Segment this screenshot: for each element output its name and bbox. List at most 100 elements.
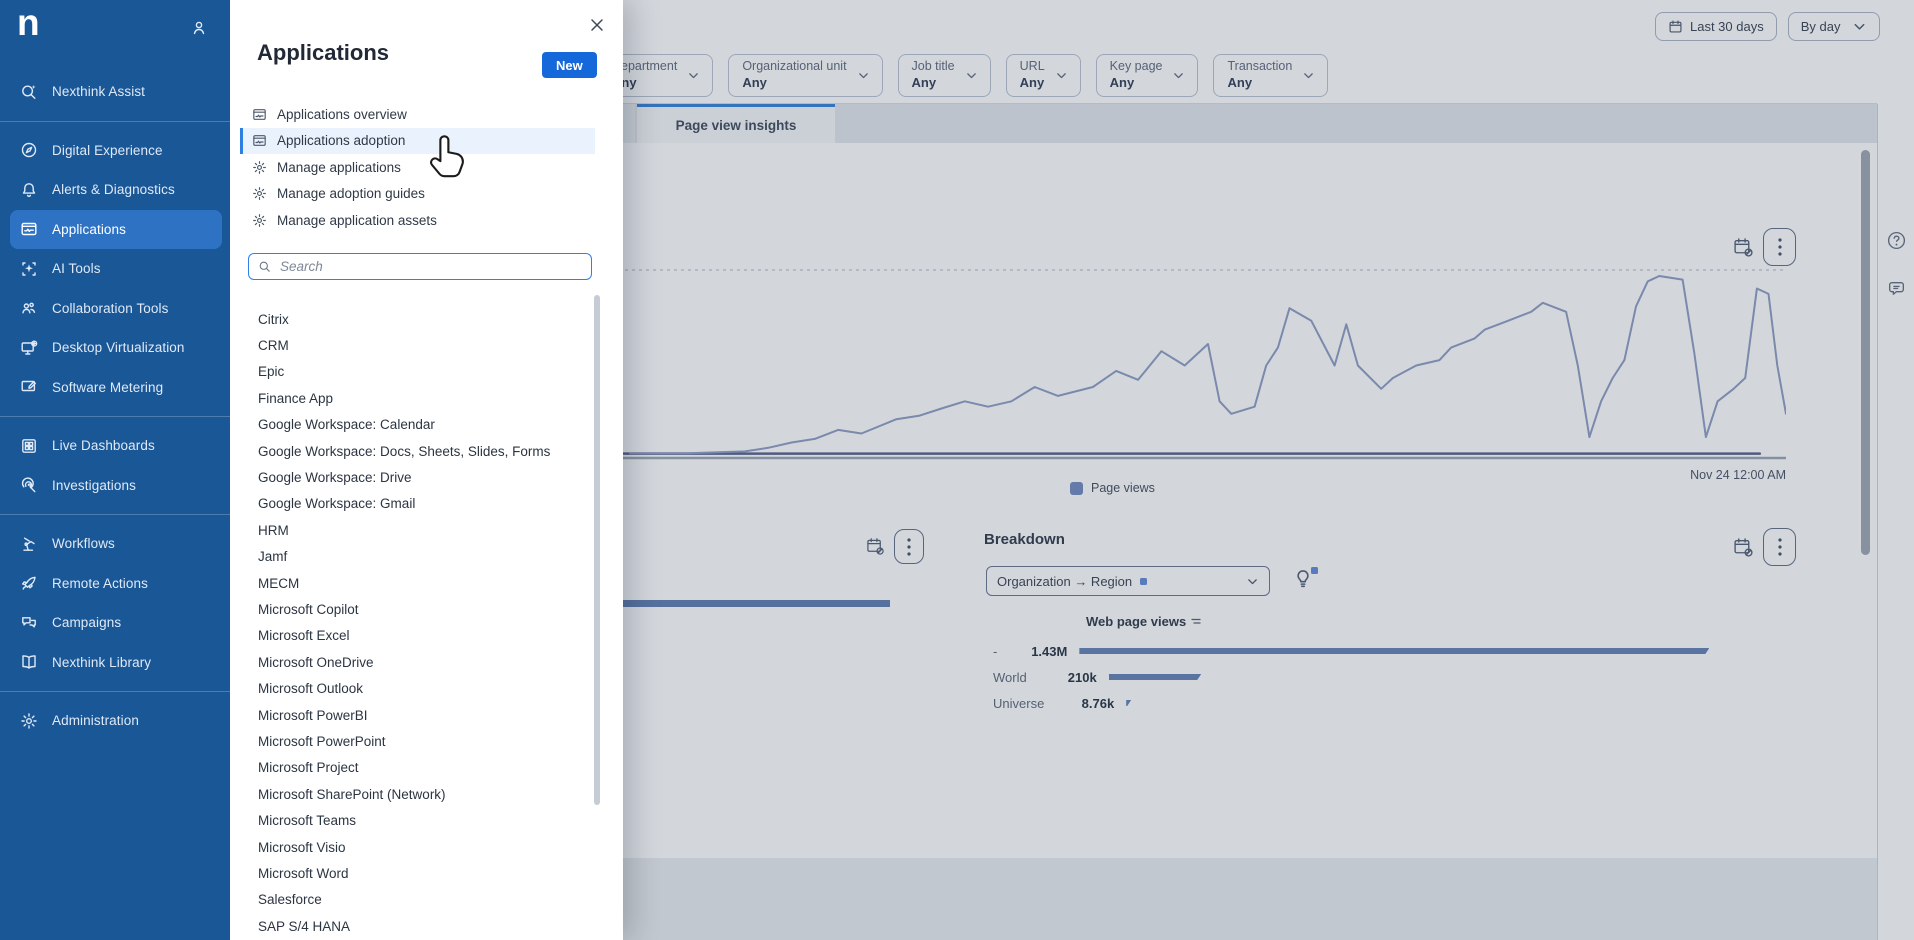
sidebar-item-investigations[interactable]: Investigations: [10, 466, 222, 506]
tab-page-view-insights[interactable]: Page view insights: [637, 104, 835, 143]
application-list-item[interactable]: Google Workspace: Gmail: [258, 491, 588, 517]
chevron-down-icon: [1246, 575, 1259, 588]
left-widget-actions: [866, 529, 924, 564]
suggestion-badge: [1311, 567, 1318, 574]
application-list-item[interactable]: Citrix: [258, 306, 588, 332]
application-list-item[interactable]: Microsoft PowerBI: [258, 702, 588, 728]
sidebar-item-alerts-diagnostics[interactable]: Alerts & Diagnostics: [10, 170, 222, 210]
left-widget-menu-button[interactable]: [894, 529, 924, 564]
sidebar-item-administration[interactable]: Administration: [10, 701, 222, 741]
dimension-color-swatch: [1140, 578, 1147, 585]
filter-value: Any: [1110, 75, 1163, 91]
feedback-icon[interactable]: [1886, 278, 1907, 299]
menu-item-manage-application-assets[interactable]: Manage application assets: [240, 207, 595, 234]
sidebar-item-live-dashboards[interactable]: Live Dashboards: [10, 426, 222, 466]
schedule-icon[interactable]: [1733, 237, 1754, 258]
application-list-item[interactable]: Google Workspace: Docs, Sheets, Slides, …: [258, 438, 588, 464]
ai-tools-icon: [20, 260, 38, 278]
breakdown-rows: - 1.43M World 210k Universe 8.76k: [993, 638, 1765, 716]
breakdown-menu-button[interactable]: [1763, 528, 1796, 566]
filter-organizational-unit[interactable]: Organizational unit Any: [728, 54, 882, 97]
schedule-icon[interactable]: [1733, 537, 1754, 558]
application-list-item[interactable]: Epic: [258, 359, 588, 385]
sidebar-item-digital-experience[interactable]: Digital Experience: [10, 131, 222, 171]
breakdown-row[interactable]: Universe 8.76k: [993, 690, 1765, 716]
chart-legend[interactable]: Page views: [1070, 481, 1155, 495]
breakdown-row[interactable]: World 210k: [993, 664, 1765, 690]
chart-frame-icon: [252, 133, 267, 148]
collaboration-icon: [20, 299, 38, 317]
menu-item-manage-applications[interactable]: Manage applications: [240, 154, 595, 181]
breakdown-metric-header[interactable]: Web page views: [1086, 614, 1201, 629]
menu-item-applications-overview[interactable]: Applications overview: [240, 101, 595, 128]
application-list-item[interactable]: Microsoft Word: [258, 860, 588, 886]
filter-key-page[interactable]: Key page Any: [1096, 54, 1199, 97]
breakdown-row-label: World: [993, 670, 1027, 685]
administration-icon: [20, 712, 38, 730]
sidebar-item-workflows[interactable]: Workflows: [10, 524, 222, 564]
schedule-icon[interactable]: [866, 537, 885, 556]
sidebar-item-desktop-virtualization[interactable]: Desktop Virtualization: [10, 328, 222, 368]
assist-icon: [20, 83, 38, 101]
application-list-item[interactable]: Finance App: [258, 385, 588, 411]
applications-panel: Applications New Applications overview A…: [230, 0, 623, 940]
application-list-item[interactable]: SAP S/4 HANA: [258, 913, 588, 939]
application-list-item[interactable]: Microsoft OneDrive: [258, 649, 588, 675]
help-icon[interactable]: [1886, 230, 1907, 251]
desktop-virtualization-icon: [20, 339, 38, 357]
filter-job-title[interactable]: Job title Any: [898, 54, 991, 97]
application-list-item[interactable]: Microsoft SharePoint (Network): [258, 781, 588, 807]
filter-value: Any: [1020, 75, 1045, 91]
filter-transaction[interactable]: Transaction Any: [1213, 54, 1328, 97]
sidebar-divider: [0, 416, 230, 417]
search-icon: [258, 260, 271, 273]
insight-suggestion-button[interactable]: [1292, 567, 1318, 593]
sidebar-item-ai-tools[interactable]: AI Tools: [10, 249, 222, 289]
application-list-item[interactable]: CRM: [258, 332, 588, 358]
application-list-item[interactable]: Google Workspace: Drive: [258, 464, 588, 490]
sidebar-item-nexthink-library[interactable]: Nexthink Library: [10, 643, 222, 683]
search-input[interactable]: [278, 258, 582, 275]
application-list-item[interactable]: Google Workspace: Calendar: [258, 412, 588, 438]
application-list-item[interactable]: HRM: [258, 517, 588, 543]
application-list-item[interactable]: Microsoft PowerPoint: [258, 728, 588, 754]
application-list-item[interactable]: Microsoft Outlook: [258, 675, 588, 701]
breakdown-row[interactable]: - 1.43M: [993, 638, 1765, 664]
software-metering-icon: [20, 378, 38, 396]
sidebar-item-nexthink-assist[interactable]: Nexthink Assist: [10, 72, 222, 112]
workflows-icon: [20, 535, 38, 553]
live-dashboards-icon: [20, 437, 38, 455]
sidebar-item-campaigns[interactable]: Campaigns: [10, 603, 222, 643]
application-list-item[interactable]: MECM: [258, 570, 588, 596]
filter-value: Any: [742, 75, 846, 91]
application-list-item[interactable]: Jamf: [258, 544, 588, 570]
main-scrollbar[interactable]: [1861, 150, 1870, 555]
sidebar-item-applications[interactable]: Applications: [10, 210, 222, 250]
breakdown-dimension-dropdown[interactable]: Organization → Region: [986, 566, 1270, 596]
breakdown-row-value: 210k: [1041, 670, 1097, 685]
application-list-item[interactable]: Microsoft Teams: [258, 807, 588, 833]
application-list-item[interactable]: Microsoft Project: [258, 755, 588, 781]
close-icon[interactable]: [588, 16, 606, 34]
nexthink-logo[interactable]: n: [17, 2, 40, 44]
panel-scrollbar[interactable]: [594, 295, 600, 805]
application-list-item[interactable]: Microsoft Excel: [258, 623, 588, 649]
new-application-button[interactable]: New: [542, 52, 597, 78]
application-list-item[interactable]: Microsoft Copilot: [258, 596, 588, 622]
sidebar-divider: [0, 514, 230, 515]
gear-icon: [252, 160, 267, 175]
sidebar-item-collaboration-tools[interactable]: Collaboration Tools: [10, 289, 222, 329]
sidebar-item-software-metering[interactable]: Software Metering: [10, 368, 222, 408]
menu-item-applications-adoption[interactable]: Applications adoption: [240, 128, 595, 155]
application-list-item[interactable]: Microsoft Visio: [258, 834, 588, 860]
breakdown-row-bar: [1126, 700, 1131, 706]
breakdown-row-label: Universe: [993, 696, 1044, 711]
filter-url[interactable]: URL Any: [1006, 54, 1081, 97]
sidebar-item-remote-actions[interactable]: Remote Actions: [10, 564, 222, 604]
menu-item-manage-adoption-guides[interactable]: Manage adoption guides: [240, 181, 595, 208]
user-icon[interactable]: [190, 19, 208, 37]
granularity-dropdown[interactable]: By day: [1788, 12, 1880, 41]
application-list-item[interactable]: Salesforce: [258, 887, 588, 913]
chevron-down-icon: [1055, 69, 1068, 82]
date-range-button[interactable]: Last 30 days: [1655, 12, 1777, 41]
